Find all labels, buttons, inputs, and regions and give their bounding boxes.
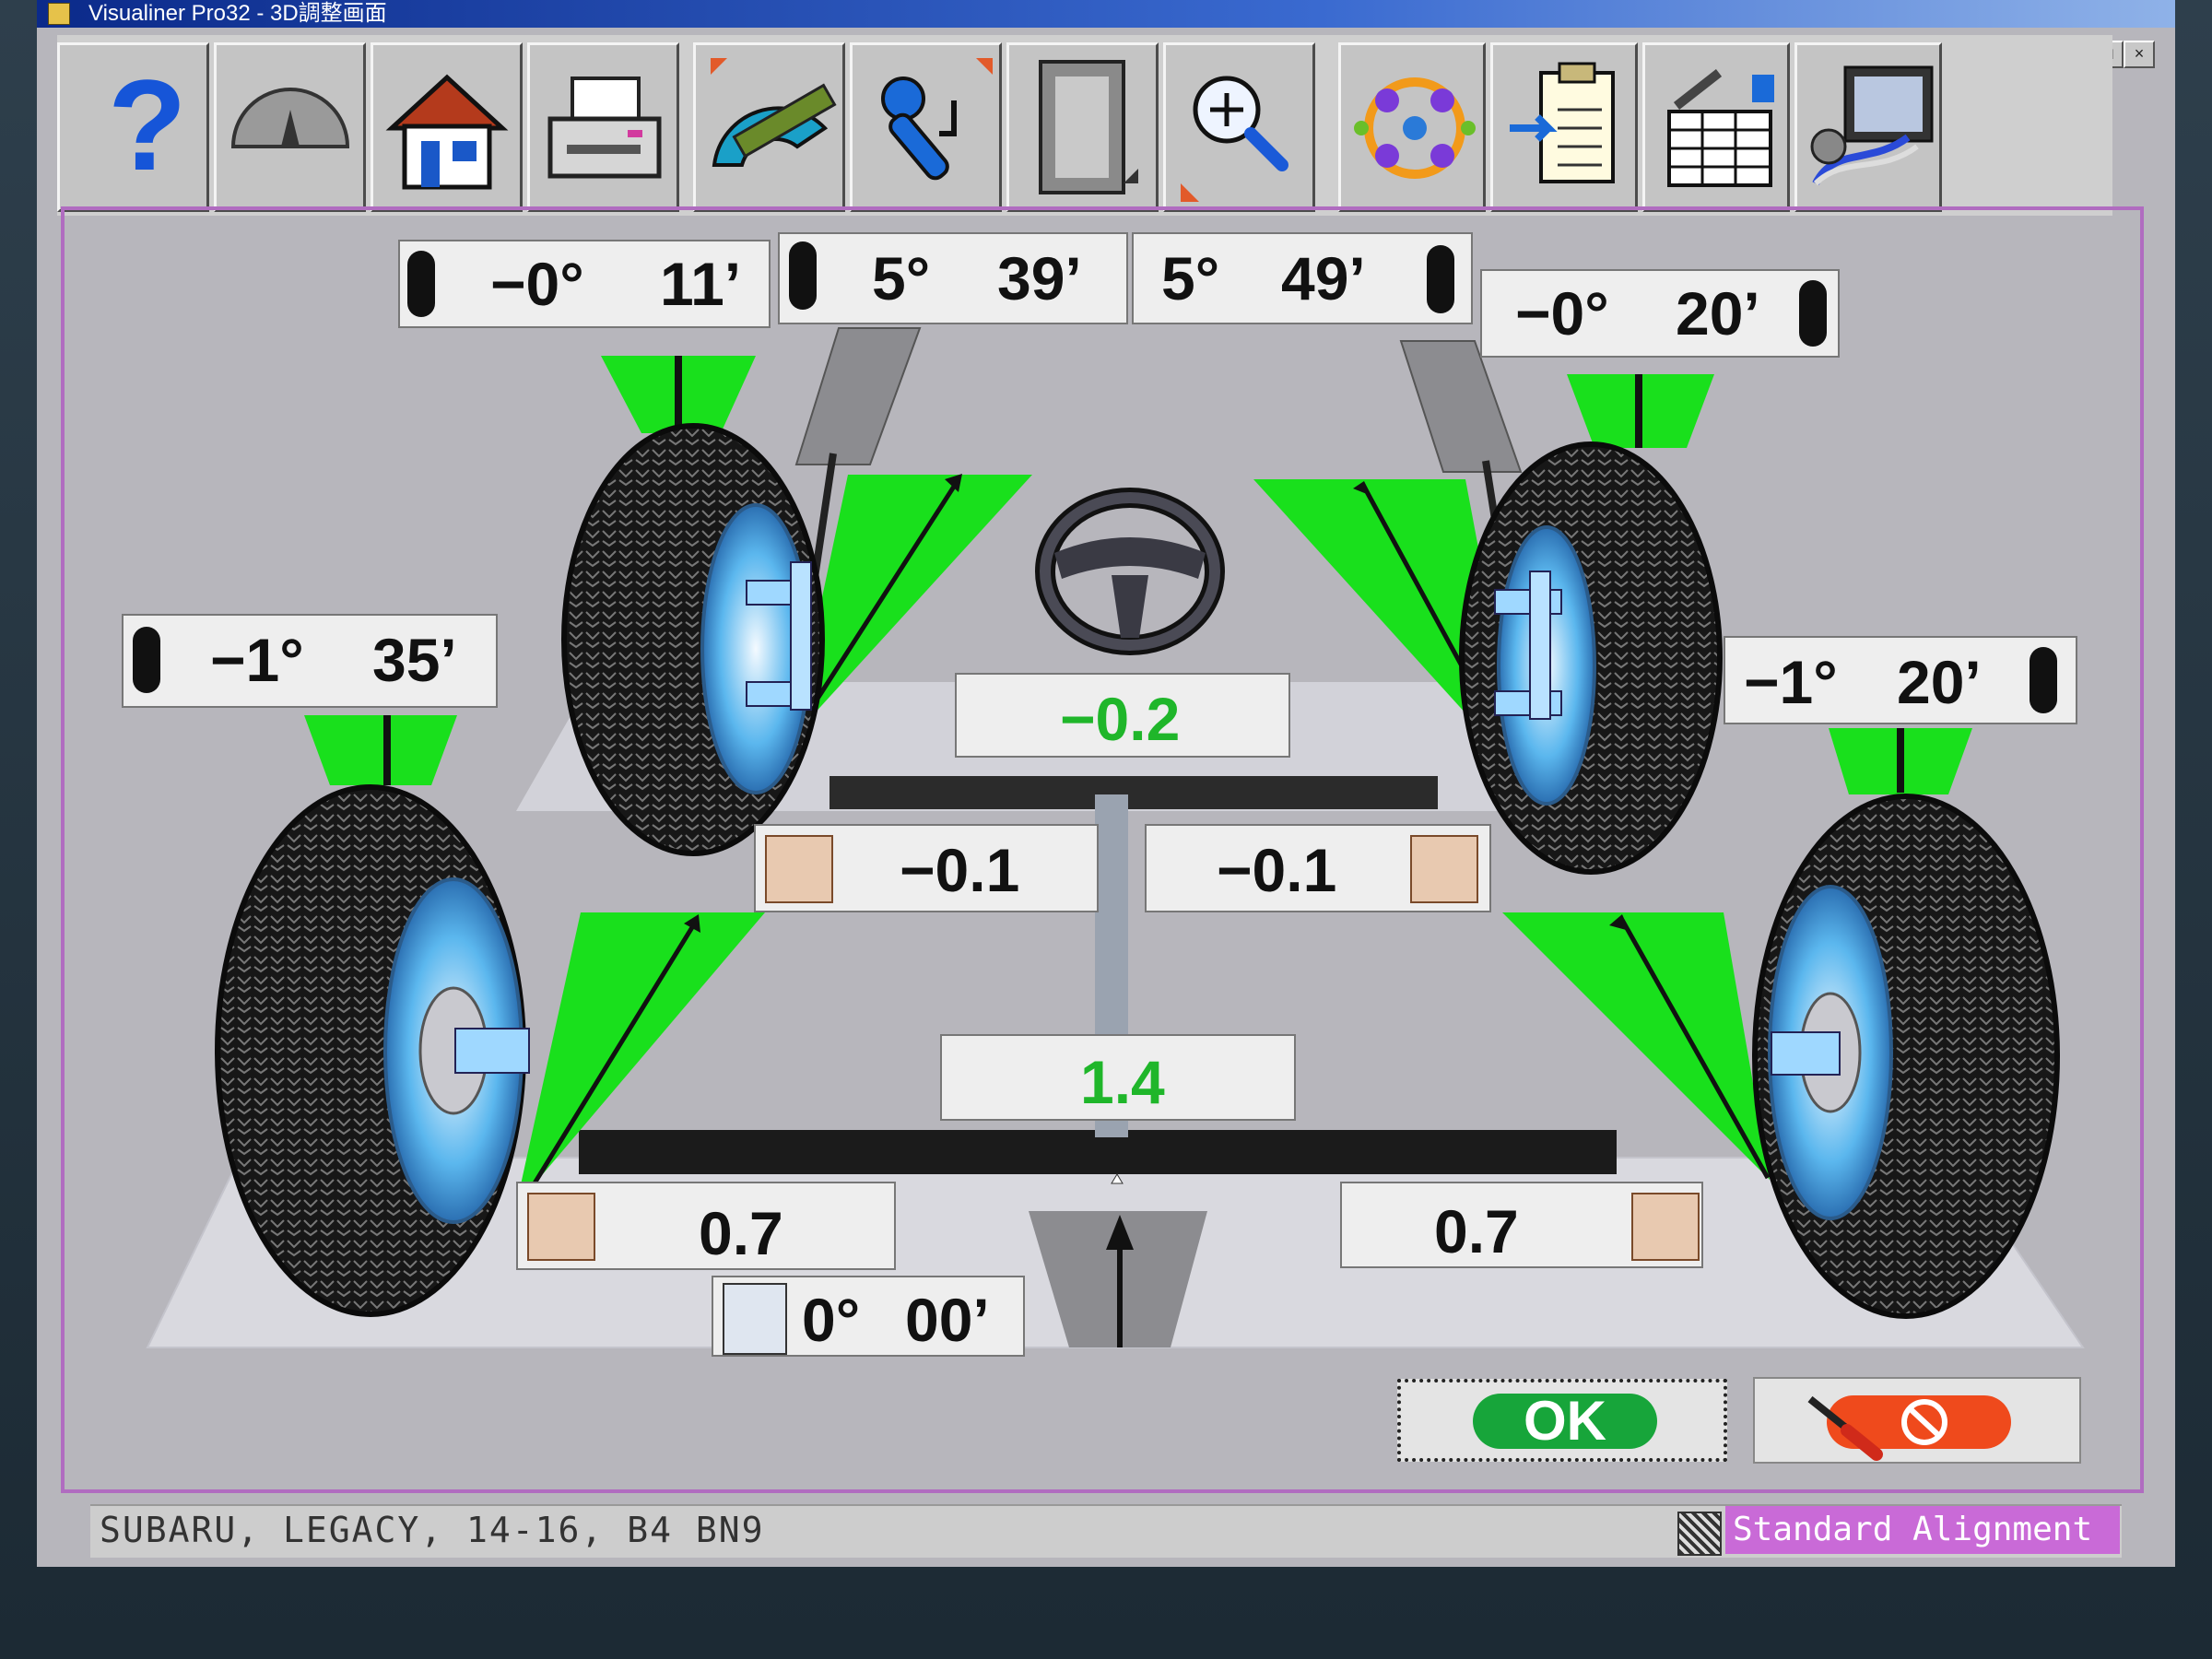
rear-total-toe-box: 1.4 xyxy=(940,1034,1296,1121)
ok-button-label: OK xyxy=(1473,1394,1657,1449)
thrust-angle-deg: 0° xyxy=(802,1286,861,1354)
rear-left-camber-min: 35’ xyxy=(372,626,457,694)
tire-caster-icon xyxy=(789,241,817,310)
front-right-camber-min: 20’ xyxy=(1676,279,1760,347)
rear-left-camber-deg: −1° xyxy=(210,626,304,694)
front-left-toe-box: −0.1 xyxy=(754,824,1099,912)
status-bar: SUBARU, LEGACY, 14-16, B4 BN9 Standard A… xyxy=(90,1504,2122,1558)
front-right-camber-deg: −0° xyxy=(1515,279,1609,347)
front-left-camber-min: 11’ xyxy=(660,250,742,318)
tire-camber-icon xyxy=(1799,280,1827,347)
thrust-angle-min: 00’ xyxy=(905,1286,990,1354)
rear-right-toe: 0.7 xyxy=(1434,1197,1519,1265)
toe-adjust-icon xyxy=(765,835,833,903)
vehicle-description: SUBARU, LEGACY, 14-16, B4 BN9 xyxy=(100,1510,765,1550)
rear-right-camber-deg: −1° xyxy=(1744,648,1838,716)
front-left-caster-box: 5° 39’ xyxy=(778,232,1128,324)
ok-button[interactable]: OK xyxy=(1397,1379,1727,1462)
front-right-toe: −0.1 xyxy=(1217,836,1337,904)
front-right-caster-deg: 5° xyxy=(1161,244,1220,312)
thrust-angle-box: 0° 00’ xyxy=(712,1276,1025,1357)
rear-right-camber-min: 20’ xyxy=(1897,648,1982,716)
front-right-caster-min: 49’ xyxy=(1281,244,1366,312)
tire-caster-icon xyxy=(1427,245,1454,313)
rear-left-camber-box: −1° 35’ xyxy=(122,614,498,708)
front-left-camber-deg: −0° xyxy=(490,250,584,318)
front-total-toe-box: −0.2 xyxy=(955,673,1290,758)
mode-icon xyxy=(1677,1512,1722,1556)
rear-left-toe-box: 0.7 xyxy=(516,1182,896,1270)
front-right-toe-box: −0.1 xyxy=(1145,824,1491,912)
cancel-button[interactable] xyxy=(1753,1377,2081,1464)
rear-left-toe: 0.7 xyxy=(699,1199,783,1267)
toe-adjust-icon xyxy=(1631,1193,1700,1261)
tire-camber-icon xyxy=(133,627,160,693)
front-total-toe: −0.2 xyxy=(1060,685,1181,753)
front-right-caster-box: 5° 49’ xyxy=(1132,232,1473,324)
rear-right-camber-box: −1° 20’ xyxy=(1724,636,2077,724)
toe-adjust-icon xyxy=(527,1193,595,1261)
rear-right-toe-box: 0.7 xyxy=(1340,1182,1703,1268)
front-left-toe: −0.1 xyxy=(900,836,1020,904)
alignment-mode: Standard Alignment xyxy=(1725,1506,2120,1554)
front-right-camber-box: −0° 20’ xyxy=(1480,269,1840,358)
toe-adjust-icon xyxy=(1410,835,1478,903)
front-left-camber-box: −0° 11’ xyxy=(398,240,771,328)
front-left-caster-deg: 5° xyxy=(872,244,931,312)
rear-total-toe: 1.4 xyxy=(1080,1048,1165,1116)
tire-camber-icon xyxy=(407,251,435,317)
application-window: Visualiner Pro32 - 3D調整画面 _ □ × ? xyxy=(37,0,2175,1567)
thrust-icon xyxy=(723,1283,787,1355)
cancel-icon xyxy=(1807,1395,2011,1461)
front-left-caster-min: 39’ xyxy=(997,244,1082,312)
tire-camber-icon xyxy=(2030,647,2057,713)
